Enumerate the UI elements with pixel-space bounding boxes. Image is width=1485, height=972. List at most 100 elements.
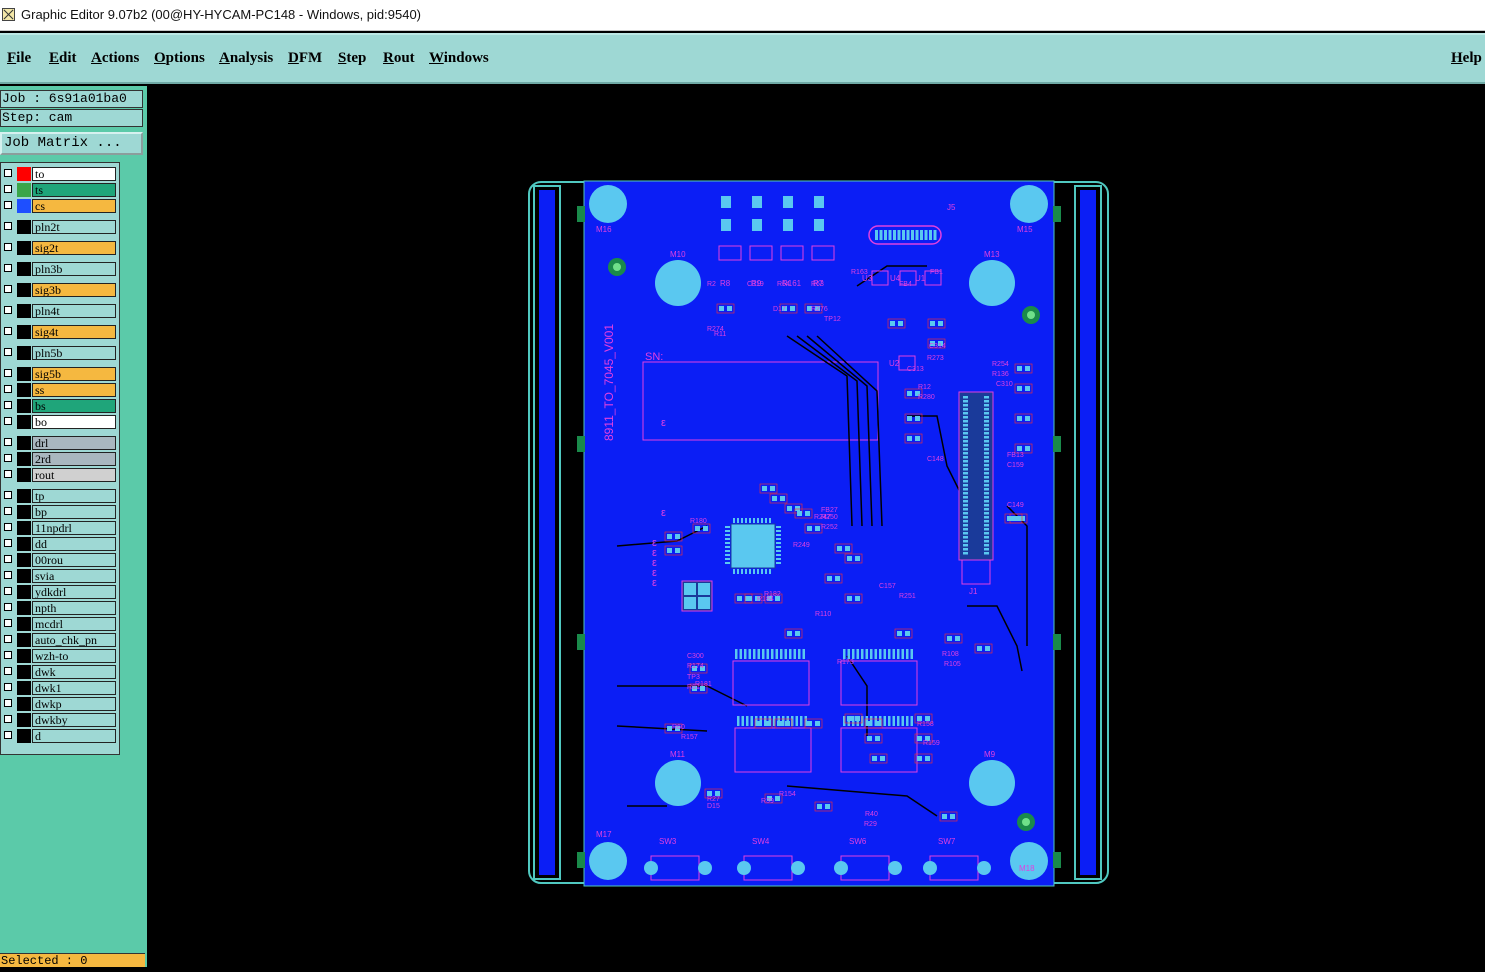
layer-checkbox[interactable] xyxy=(4,454,12,462)
layer-checkbox[interactable] xyxy=(4,222,12,230)
layer-name[interactable]: wzh-to xyxy=(32,649,116,663)
layer-name[interactable]: auto_chk_pn xyxy=(32,633,116,647)
layer-checkbox[interactable] xyxy=(4,348,12,356)
layer-color-swatch[interactable] xyxy=(17,346,31,360)
layer-row-mcdrl[interactable]: mcdrl xyxy=(1,617,118,631)
layer-row-pln3b[interactable]: pln3b xyxy=(1,262,118,276)
layer-checkbox[interactable] xyxy=(4,264,12,272)
layer-name[interactable]: pln5b xyxy=(32,346,116,360)
layer-color-swatch[interactable] xyxy=(17,633,31,647)
layer-row-bs[interactable]: bs xyxy=(1,399,118,413)
layer-color-swatch[interactable] xyxy=(17,436,31,450)
layer-color-swatch[interactable] xyxy=(17,283,31,297)
layer-color-swatch[interactable] xyxy=(17,452,31,466)
layer-checkbox[interactable] xyxy=(4,169,12,177)
layer-row-drl[interactable]: drl xyxy=(1,436,118,450)
layer-row-dwkp[interactable]: dwkp xyxy=(1,697,118,711)
layer-row-sig2t[interactable]: sig2t xyxy=(1,241,118,255)
layer-checkbox[interactable] xyxy=(4,385,12,393)
layer-row-ss[interactable]: ss xyxy=(1,383,118,397)
layer-color-swatch[interactable] xyxy=(17,585,31,599)
layer-color-swatch[interactable] xyxy=(17,681,31,695)
layer-checkbox[interactable] xyxy=(4,185,12,193)
layer-row-bo[interactable]: bo xyxy=(1,415,118,429)
layer-name[interactable]: dwkby xyxy=(32,713,116,727)
layer-checkbox[interactable] xyxy=(4,306,12,314)
layer-checkbox[interactable] xyxy=(4,438,12,446)
layer-name[interactable]: pln4t xyxy=(32,304,116,318)
menu-analysis[interactable]: Analysis xyxy=(219,50,273,67)
layer-name[interactable]: dwk1 xyxy=(32,681,116,695)
menu-step[interactable]: Step xyxy=(338,50,366,67)
layer-row-11npdrl[interactable]: 11npdrl xyxy=(1,521,118,535)
menu-windows[interactable]: Windows xyxy=(429,50,489,67)
layer-checkbox[interactable] xyxy=(4,603,12,611)
layer-row-ts[interactable]: ts xyxy=(1,183,118,197)
layer-color-swatch[interactable] xyxy=(17,521,31,535)
layer-name[interactable]: dwkp xyxy=(32,697,116,711)
layer-color-swatch[interactable] xyxy=(17,199,31,213)
layer-row-npth[interactable]: npth xyxy=(1,601,118,615)
layer-row-bp[interactable]: bp xyxy=(1,505,118,519)
layer-row-pln5b[interactable]: pln5b xyxy=(1,346,118,360)
layer-color-swatch[interactable] xyxy=(17,649,31,663)
layer-name[interactable]: npth xyxy=(32,601,116,615)
layer-row-dwk[interactable]: dwk xyxy=(1,665,118,679)
layer-name[interactable]: 00rou xyxy=(32,553,116,567)
layer-name[interactable]: rout xyxy=(32,468,116,482)
layer-checkbox[interactable] xyxy=(4,470,12,478)
layer-checkbox[interactable] xyxy=(4,731,12,739)
layer-color-swatch[interactable] xyxy=(17,167,31,181)
layer-name[interactable]: ss xyxy=(32,383,116,397)
layer-checkbox[interactable] xyxy=(4,243,12,251)
layer-name[interactable]: 2rd xyxy=(32,452,116,466)
layer-name[interactable]: drl xyxy=(32,436,116,450)
layer-row-2rd[interactable]: 2rd xyxy=(1,452,118,466)
layer-color-swatch[interactable] xyxy=(17,183,31,197)
job-matrix-button[interactable]: Job Matrix ... xyxy=(0,132,143,155)
layer-row-cs[interactable]: cs xyxy=(1,199,118,213)
layer-color-swatch[interactable] xyxy=(17,468,31,482)
layer-color-swatch[interactable] xyxy=(17,601,31,615)
layer-name[interactable]: cs xyxy=(32,199,116,213)
layer-checkbox[interactable] xyxy=(4,635,12,643)
layer-checkbox[interactable] xyxy=(4,491,12,499)
layer-row-auto_chk_pn[interactable]: auto_chk_pn xyxy=(1,633,118,647)
layer-name[interactable]: svia xyxy=(32,569,116,583)
layer-checkbox[interactable] xyxy=(4,539,12,547)
layer-name[interactable]: 11npdrl xyxy=(32,521,116,535)
layer-color-swatch[interactable] xyxy=(17,262,31,276)
layer-name[interactable]: ts xyxy=(32,183,116,197)
layer-color-swatch[interactable] xyxy=(17,383,31,397)
layer-name[interactable]: bs xyxy=(32,399,116,413)
layer-checkbox[interactable] xyxy=(4,571,12,579)
layer-checkbox[interactable] xyxy=(4,401,12,409)
layer-name[interactable]: dwk xyxy=(32,665,116,679)
layer-color-swatch[interactable] xyxy=(17,367,31,381)
layer-row-dwkby[interactable]: dwkby xyxy=(1,713,118,727)
layer-checkbox[interactable] xyxy=(4,417,12,425)
menu-help[interactable]: Help xyxy=(1451,50,1482,67)
layer-color-swatch[interactable] xyxy=(17,304,31,318)
layer-name[interactable]: d xyxy=(32,729,116,743)
layer-row-svia[interactable]: svia xyxy=(1,569,118,583)
layer-color-swatch[interactable] xyxy=(17,220,31,234)
layer-name[interactable]: pln3b xyxy=(32,262,116,276)
menu-dfm[interactable]: DFM xyxy=(288,50,322,67)
layer-color-swatch[interactable] xyxy=(17,325,31,339)
layer-row-dwk1[interactable]: dwk1 xyxy=(1,681,118,695)
layer-row-sig5b[interactable]: sig5b xyxy=(1,367,118,381)
layer-name[interactable]: sig3b xyxy=(32,283,116,297)
layer-checkbox[interactable] xyxy=(4,619,12,627)
layer-name[interactable]: to xyxy=(32,167,116,181)
layer-color-swatch[interactable] xyxy=(17,241,31,255)
layer-checkbox[interactable] xyxy=(4,683,12,691)
menu-actions[interactable]: Actions xyxy=(91,50,139,67)
layer-checkbox[interactable] xyxy=(4,327,12,335)
layer-color-swatch[interactable] xyxy=(17,489,31,503)
layer-row-pln2t[interactable]: pln2t xyxy=(1,220,118,234)
layer-color-swatch[interactable] xyxy=(17,697,31,711)
layer-checkbox[interactable] xyxy=(4,201,12,209)
layer-name[interactable]: sig5b xyxy=(32,367,116,381)
layer-row-00rou[interactable]: 00rou xyxy=(1,553,118,567)
